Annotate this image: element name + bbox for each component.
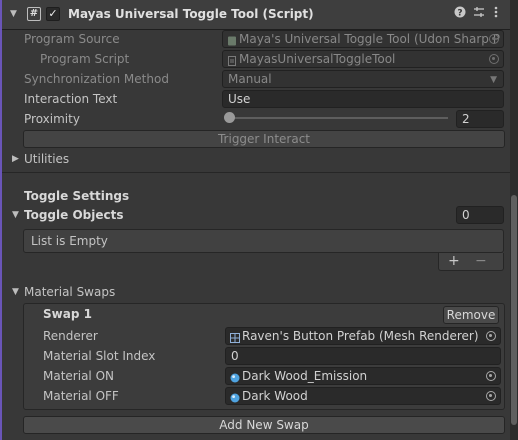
inspector-accent-strip — [0, 0, 2, 440]
component-title: Mayas Universal Toggle Tool (Script) — [68, 7, 314, 21]
script-icon: # — [27, 7, 41, 21]
section-divider — [2, 172, 510, 173]
component-header[interactable]: ▼ # ✓ Mayas Universal Toggle Tool (Scrip… — [2, 0, 510, 30]
material-on-value: Dark Wood_Emission — [242, 369, 368, 383]
toggle-settings-heading: Toggle Settings — [24, 189, 130, 203]
material-swaps-fold-icon[interactable]: ▼ — [12, 287, 19, 297]
component-enabled-checkbox[interactable]: ✓ — [46, 7, 60, 21]
material-on-field[interactable]: Dark Wood_Emission — [225, 367, 501, 385]
program-source-value: Maya's Universal Toggle Tool (Udon Sharp… — [239, 32, 500, 46]
add-new-swap-button[interactable]: Add New Swap — [23, 416, 505, 434]
material-slot-index-input[interactable]: 0 — [225, 347, 501, 365]
material-swaps-foldout[interactable]: Material Swaps — [24, 285, 115, 299]
scrollbar-thumb[interactable] — [511, 195, 517, 425]
more-icon[interactable] — [493, 6, 499, 21]
program-source-label: Program Source — [24, 32, 120, 46]
toggle-objects-list: List is Empty — [23, 229, 504, 253]
material-off-field[interactable]: Dark Wood — [225, 387, 501, 405]
renderer-value: Raven's Button Prefab (Mesh Renderer) — [242, 329, 479, 343]
sync-method-value: Manual — [228, 72, 272, 86]
object-picker-icon[interactable] — [486, 371, 496, 381]
list-empty-text: List is Empty — [31, 234, 108, 248]
object-picker-icon[interactable] — [486, 331, 496, 341]
material-off-label: Material OFF — [43, 389, 119, 403]
udon-asset-icon — [227, 34, 237, 46]
proximity-label: Proximity — [24, 112, 80, 126]
proximity-value-input[interactable]: 2 — [456, 110, 504, 128]
list-remove-button[interactable]: − — [475, 253, 487, 269]
object-picker-icon — [489, 34, 499, 44]
program-script-value: MayasUniversalToggleTool — [239, 52, 396, 66]
preset-icon[interactable] — [473, 6, 485, 21]
trigger-interact-button[interactable]: Trigger Interact — [23, 130, 505, 148]
program-script-label: Program Script — [40, 52, 130, 66]
fold-arrow-icon[interactable]: ▼ — [10, 9, 17, 19]
object-picker-icon[interactable] — [486, 391, 496, 401]
scrollbar[interactable] — [510, 0, 518, 440]
toggle-objects-size-input[interactable]: 0 — [456, 206, 504, 224]
sync-method-label: Synchronization Method — [24, 72, 169, 86]
svg-text:?: ? — [457, 9, 462, 19]
script-file-icon — [227, 54, 237, 66]
proximity-slider-thumb[interactable] — [224, 112, 235, 123]
help-icon[interactable]: ? — [454, 6, 466, 21]
program-source-field: Maya's Universal Toggle Tool (Udon Sharp… — [222, 30, 504, 48]
material-slot-index-label: Material Slot Index — [43, 349, 156, 363]
toggle-objects-fold-icon[interactable]: ▼ — [12, 210, 19, 220]
list-add-button[interactable]: + — [448, 253, 460, 269]
utilities-foldout[interactable]: Utilities — [24, 152, 69, 166]
material-on-label: Material ON — [43, 369, 114, 383]
proximity-slider-track[interactable] — [230, 117, 448, 119]
toggle-objects-label[interactable]: Toggle Objects — [24, 208, 123, 222]
material-icon — [230, 371, 240, 383]
utilities-fold-icon[interactable]: ▶ — [12, 154, 19, 164]
swap-1-title: Swap 1 — [43, 307, 92, 321]
sync-method-dropdown[interactable]: Manual ▼ — [222, 70, 504, 88]
remove-swap-button[interactable]: Remove — [443, 306, 499, 324]
material-off-value: Dark Wood — [242, 389, 308, 403]
mesh-renderer-icon — [230, 331, 240, 343]
material-icon — [230, 391, 240, 403]
list-add-remove-footer: + − — [438, 253, 504, 271]
program-script-field: MayasUniversalToggleTool — [222, 50, 504, 68]
renderer-field[interactable]: Raven's Button Prefab (Mesh Renderer) — [225, 327, 501, 345]
interaction-text-input[interactable]: Use — [222, 90, 504, 108]
renderer-label: Renderer — [43, 329, 98, 343]
dropdown-arrow-icon: ▼ — [490, 75, 497, 85]
interaction-text-label: Interaction Text — [24, 92, 118, 106]
object-picker-icon — [489, 54, 499, 64]
